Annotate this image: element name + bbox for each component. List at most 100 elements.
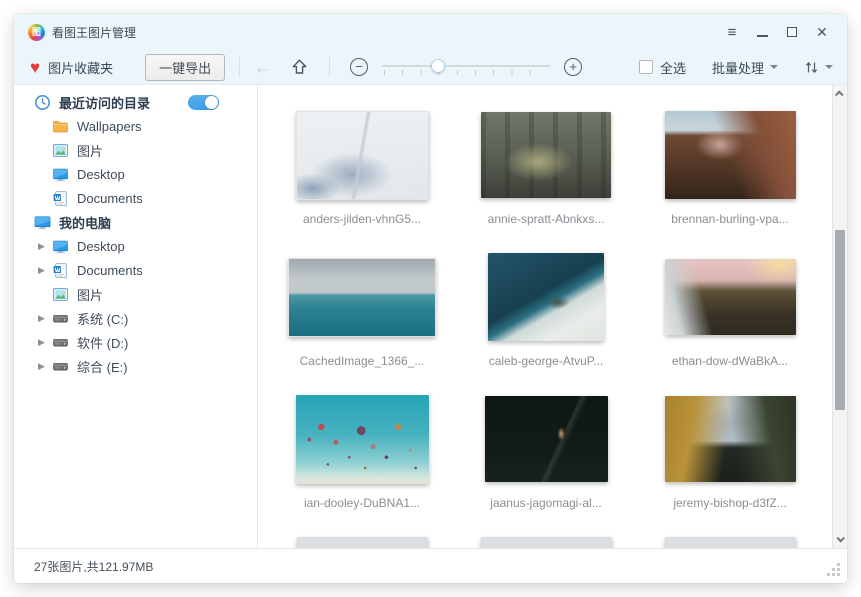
- sidebar-item-label: Desktop: [77, 239, 125, 254]
- recent-toggle[interactable]: [188, 95, 219, 110]
- expand-arrow-icon[interactable]: ▶: [38, 361, 50, 372]
- batch-process-menu[interactable]: 批量处理: [712, 58, 778, 77]
- grid-item[interactable]: ethan-dow-dWaBkA...: [638, 249, 822, 391]
- scroll-down-button[interactable]: [833, 531, 847, 547]
- expand-arrow-icon[interactable]: ▶: [38, 241, 50, 252]
- slider-thumb[interactable]: [431, 59, 445, 73]
- sidebar-item-desktop-tree[interactable]: ▶ Desktop: [14, 234, 257, 258]
- sidebar-item-drive-e[interactable]: ▶ 综合 (E:): [14, 354, 257, 378]
- menu-button[interactable]: ≡: [717, 19, 747, 45]
- back-arrow-icon[interactable]: ←: [254, 57, 272, 78]
- drive-icon: [52, 358, 69, 375]
- sidebar-item-label: Wallpapers: [77, 119, 142, 134]
- sidebar-recent-section[interactable]: 最近访问的目录: [14, 90, 257, 114]
- image-filename: annie-spratt-Abnkxs...: [488, 212, 605, 226]
- chevron-down-icon: [825, 65, 833, 73]
- select-all-checkbox[interactable]: [639, 60, 653, 74]
- maximize-button[interactable]: [777, 19, 807, 45]
- thumbnail[interactable]: [296, 395, 429, 484]
- sidebar: 最近访问的目录 Wallpapers 图片 Desktop: [14, 85, 258, 548]
- thumbnail[interactable]: [665, 111, 796, 199]
- minimize-button[interactable]: [747, 19, 777, 45]
- maximize-icon: [787, 27, 797, 37]
- grid-item-partial[interactable]: [454, 533, 638, 548]
- sidebar-item-pictures[interactable]: 图片: [14, 138, 257, 162]
- scrollbar-thumb[interactable]: [835, 230, 845, 410]
- chevron-down-icon: [836, 534, 844, 542]
- image-filename: CachedImage_1366_...: [300, 354, 425, 368]
- vertical-scrollbar[interactable]: [832, 85, 847, 548]
- sidebar-item-label: Desktop: [77, 167, 125, 182]
- status-bar: 27张图片,共121.97MB: [14, 548, 847, 583]
- sidebar-item-label: Documents: [77, 191, 143, 206]
- image-filename: anders-jilden-vhnG5...: [303, 212, 421, 226]
- grid-item[interactable]: jeremy-bishop-d3fZ...: [638, 391, 822, 533]
- close-icon: ✕: [816, 24, 828, 41]
- image-filename: ethan-dow-dWaBkA...: [672, 354, 788, 368]
- sidebar-item-desktop[interactable]: Desktop: [14, 162, 257, 186]
- zoom-out-button[interactable]: −: [350, 58, 368, 76]
- zoom-slider[interactable]: [382, 56, 550, 78]
- thumbnail[interactable]: [488, 253, 604, 341]
- image-filename: caleb-george-AtvuP...: [489, 354, 604, 368]
- resize-grip-icon[interactable]: [837, 573, 840, 576]
- close-button[interactable]: ✕: [807, 19, 837, 45]
- sidebar-item-pictures-tree[interactable]: 图片: [14, 282, 257, 306]
- slider-track[interactable]: [382, 65, 550, 67]
- image-grid-panel: anders-jilden-vhnG5... annie-spratt-Abnk…: [258, 85, 847, 548]
- thumbnail[interactable]: [665, 537, 796, 548]
- toolbar-divider: [239, 57, 240, 77]
- home-icon[interactable]: [290, 58, 309, 76]
- document-icon: [52, 262, 69, 279]
- image-filename: ian-dooley-DuBNA1...: [304, 496, 420, 510]
- thumbnail[interactable]: [481, 537, 612, 548]
- export-button[interactable]: 一键导出: [145, 54, 225, 81]
- thumbnail[interactable]: [297, 537, 428, 548]
- heart-icon: ♥: [30, 59, 40, 76]
- sidebar-item-label: Documents: [77, 263, 143, 278]
- title-bar: 图 看图王图片管理 ≡ ✕: [14, 14, 847, 50]
- grid-item[interactable]: caleb-george-AtvuP...: [454, 249, 638, 391]
- picture-icon: [52, 286, 69, 303]
- sidebar-item-drive-d[interactable]: ▶ 软件 (D:): [14, 330, 257, 354]
- thumbnail[interactable]: [296, 111, 429, 200]
- sidebar-computer-section[interactable]: 我的电脑: [14, 210, 257, 234]
- clock-icon: [34, 94, 51, 111]
- grid-item[interactable]: ian-dooley-DuBNA1...: [270, 391, 454, 533]
- scroll-up-button[interactable]: [833, 86, 847, 102]
- sidebar-item-documents-tree[interactable]: ▶ Documents: [14, 258, 257, 282]
- chevron-up-icon: [835, 90, 843, 98]
- thumbnail[interactable]: [665, 259, 796, 335]
- favorites-label[interactable]: 图片收藏夹: [48, 58, 113, 77]
- sort-menu[interactable]: [804, 60, 833, 75]
- grid-item[interactable]: brennan-burling-vpa...: [638, 107, 822, 249]
- sidebar-item-drive-c[interactable]: ▶ 系统 (C:): [14, 306, 257, 330]
- sidebar-item-label: 图片: [77, 285, 103, 304]
- app-window: 图 看图王图片管理 ≡ ✕ ♥ 图片收藏夹 一键导出 ← − + 全选: [14, 14, 847, 583]
- hamburger-icon: ≡: [728, 24, 737, 41]
- computer-icon: [34, 214, 51, 231]
- minimize-icon: [757, 35, 768, 37]
- thumbnail[interactable]: [481, 112, 611, 198]
- chevron-down-icon: [770, 65, 778, 73]
- grid-item[interactable]: anders-jilden-vhnG5...: [270, 107, 454, 249]
- thumbnail[interactable]: [288, 258, 436, 337]
- sidebar-section-label: 最近访问的目录: [59, 93, 150, 112]
- image-filename: jaanus-jagomagi-al...: [490, 496, 601, 510]
- grid-item[interactable]: CachedImage_1366_...: [270, 249, 454, 391]
- sort-icon: [804, 60, 819, 75]
- expand-arrow-icon[interactable]: ▶: [38, 313, 50, 324]
- grid-item[interactable]: annie-spratt-Abnkxs...: [454, 107, 638, 249]
- grid-item-partial[interactable]: [270, 533, 454, 548]
- expand-arrow-icon[interactable]: ▶: [38, 265, 50, 276]
- image-filename: brennan-burling-vpa...: [671, 212, 788, 226]
- zoom-in-button[interactable]: +: [564, 58, 582, 76]
- thumbnail[interactable]: [665, 396, 796, 482]
- thumbnail[interactable]: [485, 396, 608, 482]
- grid-item[interactable]: jaanus-jagomagi-al...: [454, 391, 638, 533]
- sidebar-item-documents[interactable]: Documents: [14, 186, 257, 210]
- sidebar-item-wallpapers[interactable]: Wallpapers: [14, 114, 257, 138]
- expand-arrow-icon[interactable]: ▶: [38, 337, 50, 348]
- grid-item-partial[interactable]: [638, 533, 822, 548]
- select-all-label[interactable]: 全选: [660, 58, 686, 77]
